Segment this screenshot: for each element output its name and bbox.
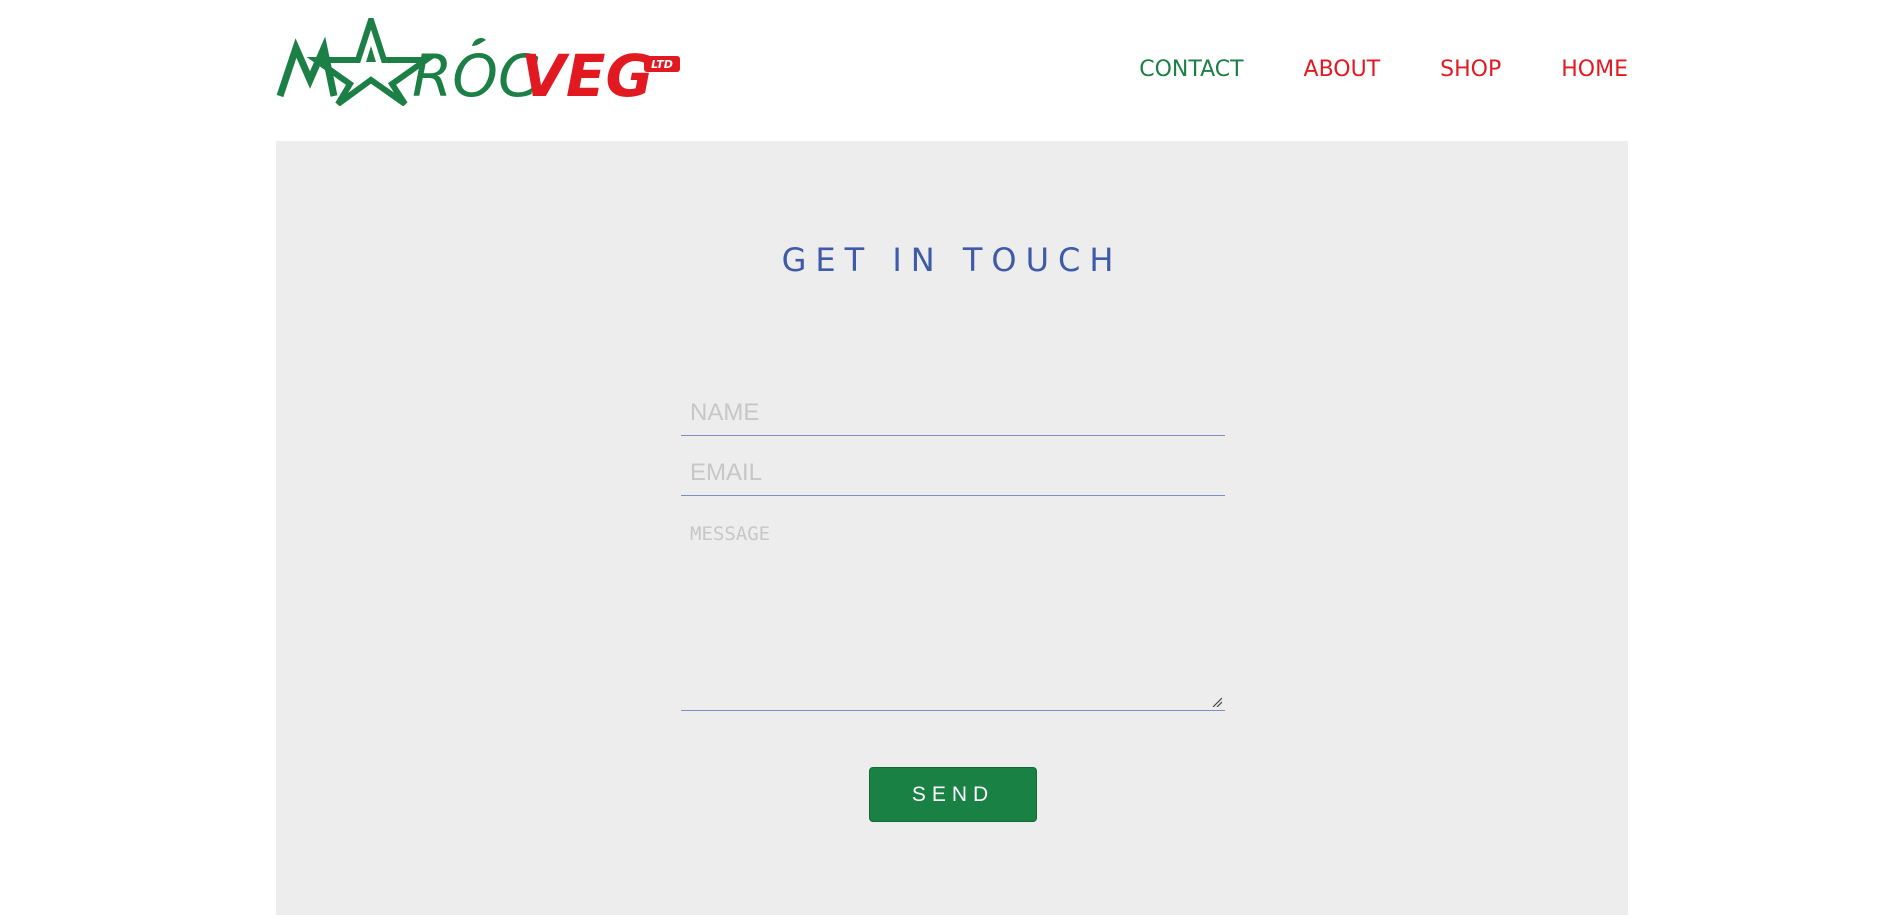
logo-graphic: ROC VEG LTD (276, 18, 680, 106)
page: ROC VEG LTD CONTACT ABOUT SHOP HOME GET … (0, 0, 1896, 915)
logo-text-red: VEG (521, 42, 653, 106)
message-wrapper (681, 511, 1225, 711)
nav-contact[interactable]: CONTACT (1139, 56, 1243, 84)
message-field[interactable] (681, 511, 1225, 711)
brand-logo[interactable]: ROC VEG LTD (276, 18, 680, 106)
logo-letter-m (276, 36, 338, 98)
contact-form: SEND (681, 391, 1225, 822)
main-nav: CONTACT ABOUT SHOP HOME (1139, 56, 1628, 84)
resize-grip-icon[interactable] (1212, 697, 1222, 707)
name-field[interactable] (681, 391, 1225, 436)
logo-text-green: ROC (412, 42, 539, 106)
nav-about[interactable]: ABOUT (1304, 56, 1381, 84)
email-field[interactable] (681, 451, 1225, 496)
site-header: ROC VEG LTD CONTACT ABOUT SHOP HOME (276, 0, 1628, 140)
nav-shop[interactable]: SHOP (1440, 56, 1501, 84)
contact-section: GET IN TOUCH SEND (276, 141, 1628, 915)
send-button[interactable]: SEND (869, 767, 1037, 822)
section-title: GET IN TOUCH (781, 241, 1123, 279)
logo-badge: LTD (644, 56, 680, 72)
svg-text:LTD: LTD (651, 58, 673, 71)
nav-home[interactable]: HOME (1561, 56, 1628, 84)
